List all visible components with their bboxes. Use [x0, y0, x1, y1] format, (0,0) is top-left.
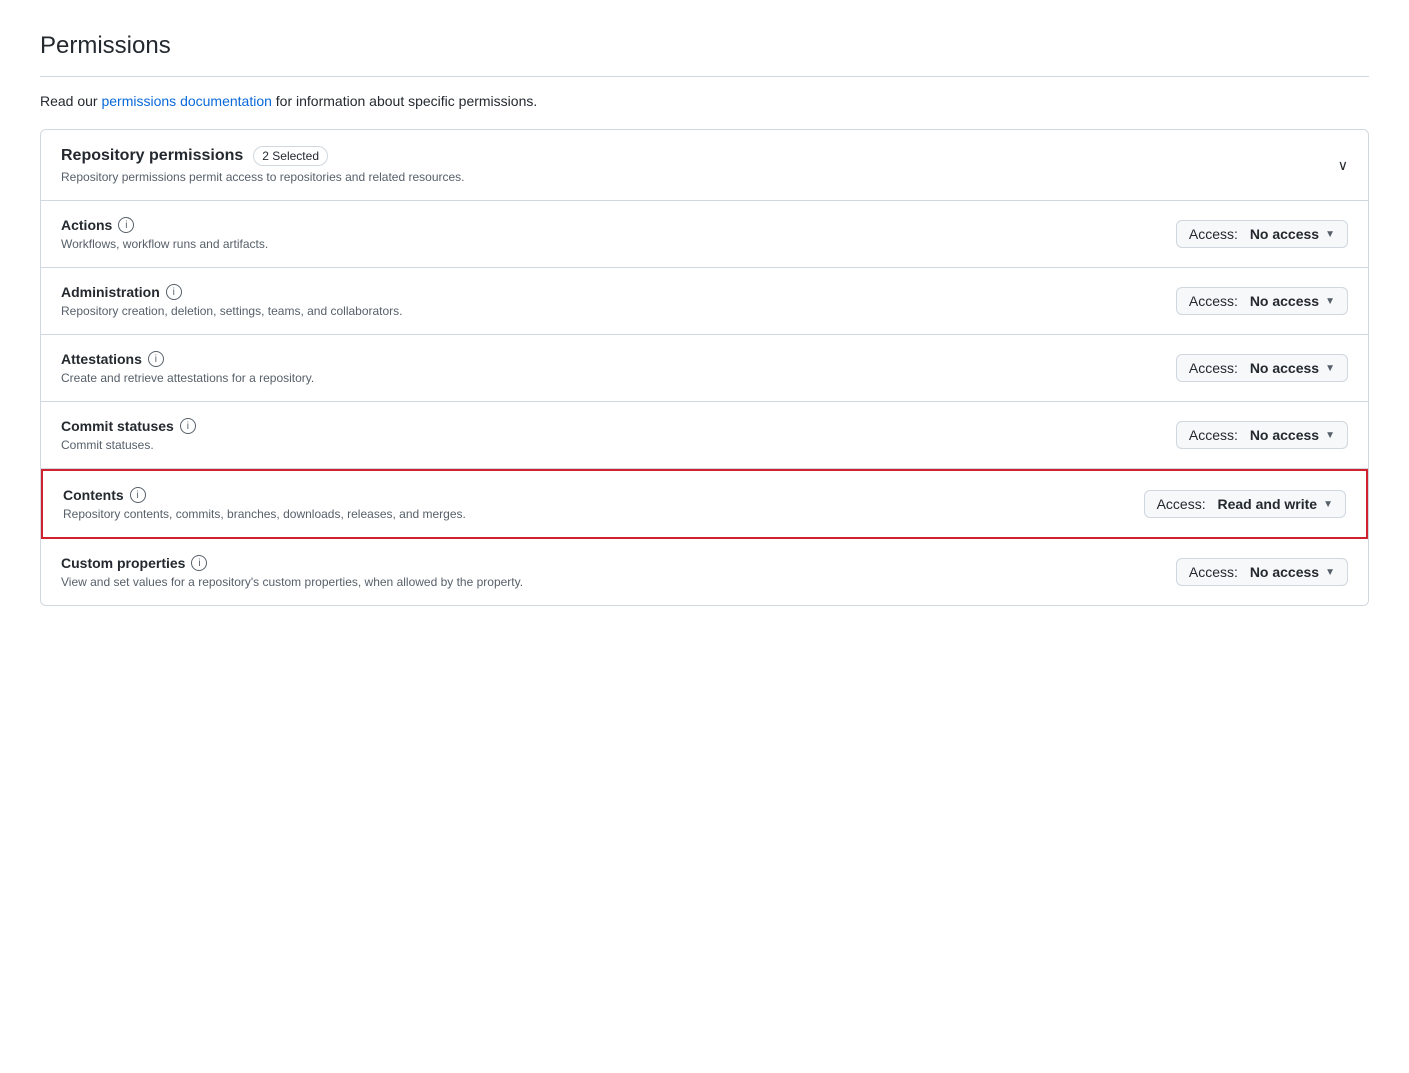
permission-description-commit-statuses: Commit statuses.	[61, 438, 196, 452]
permission-row-commit-statuses: Commit statuses i Commit statuses. Acces…	[41, 402, 1368, 469]
selected-badge: 2 Selected	[253, 146, 328, 166]
info-icon-actions[interactable]: i	[118, 217, 134, 233]
permission-name-custom-properties: Custom properties	[61, 555, 185, 571]
permissions-documentation-link[interactable]: permissions documentation	[101, 93, 271, 109]
access-value-custom-properties: No access	[1250, 564, 1319, 580]
permission-name-row-commit-statuses: Commit statuses i	[61, 418, 196, 434]
permission-name-row-administration: Administration i	[61, 284, 403, 300]
permission-name-administration: Administration	[61, 284, 160, 300]
permission-name-row-actions: Actions i	[61, 217, 268, 233]
permission-description-attestations: Create and retrieve attestations for a r…	[61, 371, 314, 385]
permission-info-commit-statuses: Commit statuses i Commit statuses.	[61, 418, 196, 452]
title-divider	[40, 76, 1369, 77]
permission-name-commit-statuses: Commit statuses	[61, 418, 174, 434]
intro-before-link: Read our	[40, 93, 101, 109]
permission-info-attestations: Attestations i Create and retrieve attes…	[61, 351, 314, 385]
chevron-down-icon[interactable]: ∨	[1338, 157, 1348, 174]
dropdown-arrow-commit-statuses: ▼	[1325, 430, 1335, 441]
info-icon-attestations[interactable]: i	[148, 351, 164, 367]
permissions-header-subtitle: Repository permissions permit access to …	[61, 170, 465, 184]
permission-name-row-contents: Contents i	[63, 487, 466, 503]
dropdown-arrow-contents: ▼	[1323, 499, 1333, 510]
info-icon-commit-statuses[interactable]: i	[180, 418, 196, 434]
permission-name-row-custom-properties: Custom properties i	[61, 555, 523, 571]
permissions-header: Repository permissions 2 Selected Reposi…	[41, 130, 1368, 201]
intro-text: Read our permissions documentation for i…	[40, 93, 1369, 109]
permission-info-actions: Actions i Workflows, workflow runs and a…	[61, 217, 268, 251]
permission-description-custom-properties: View and set values for a repository's c…	[61, 575, 523, 589]
access-dropdown-custom-properties[interactable]: Access: No access ▼	[1176, 558, 1348, 586]
permission-info-custom-properties: Custom properties i View and set values …	[61, 555, 523, 589]
access-dropdown-administration[interactable]: Access: No access ▼	[1176, 287, 1348, 315]
access-label-commit-statuses: Access:	[1189, 427, 1238, 443]
access-value-actions: No access	[1250, 226, 1319, 242]
info-icon-custom-properties[interactable]: i	[191, 555, 207, 571]
permission-info-administration: Administration i Repository creation, de…	[61, 284, 403, 318]
access-dropdown-attestations[interactable]: Access: No access ▼	[1176, 354, 1348, 382]
permission-row-administration: Administration i Repository creation, de…	[41, 268, 1368, 335]
access-label-actions: Access:	[1189, 226, 1238, 242]
dropdown-arrow-custom-properties: ▼	[1325, 567, 1335, 578]
permissions-header-left: Repository permissions 2 Selected Reposi…	[61, 146, 465, 184]
permission-name-actions: Actions	[61, 217, 112, 233]
permission-description-administration: Repository creation, deletion, settings,…	[61, 304, 403, 318]
permissions-header-title-row: Repository permissions 2 Selected	[61, 146, 465, 166]
dropdown-arrow-actions: ▼	[1325, 229, 1335, 240]
intro-after-link: for information about specific permissio…	[272, 93, 537, 109]
access-dropdown-actions[interactable]: Access: No access ▼	[1176, 220, 1348, 248]
access-value-administration: No access	[1250, 293, 1319, 309]
access-dropdown-commit-statuses[interactable]: Access: No access ▼	[1176, 421, 1348, 449]
permission-description-actions: Workflows, workflow runs and artifacts.	[61, 237, 268, 251]
access-value-attestations: No access	[1250, 360, 1319, 376]
permission-row-actions: Actions i Workflows, workflow runs and a…	[41, 201, 1368, 268]
access-label-attestations: Access:	[1189, 360, 1238, 376]
access-label-custom-properties: Access:	[1189, 564, 1238, 580]
info-icon-contents[interactable]: i	[130, 487, 146, 503]
permission-name-row-attestations: Attestations i	[61, 351, 314, 367]
access-label-contents: Access:	[1157, 496, 1206, 512]
permission-row-attestations: Attestations i Create and retrieve attes…	[41, 335, 1368, 402]
permission-info-contents: Contents i Repository contents, commits,…	[63, 487, 466, 521]
permission-description-contents: Repository contents, commits, branches, …	[63, 507, 466, 521]
access-value-contents: Read and write	[1218, 496, 1318, 512]
permissions-container: Repository permissions 2 Selected Reposi…	[40, 129, 1369, 606]
access-dropdown-contents[interactable]: Access: Read and write ▼	[1144, 490, 1346, 518]
access-value-commit-statuses: No access	[1250, 427, 1319, 443]
permission-row-custom-properties: Custom properties i View and set values …	[41, 539, 1368, 605]
access-label-administration: Access:	[1189, 293, 1238, 309]
dropdown-arrow-attestations: ▼	[1325, 363, 1335, 374]
permissions-section-title: Repository permissions	[61, 147, 243, 165]
dropdown-arrow-administration: ▼	[1325, 296, 1335, 307]
permission-row-contents: Contents i Repository contents, commits,…	[41, 469, 1368, 539]
permission-name-attestations: Attestations	[61, 351, 142, 367]
permission-name-contents: Contents	[63, 487, 124, 503]
page-title: Permissions	[40, 32, 1369, 60]
info-icon-administration[interactable]: i	[166, 284, 182, 300]
